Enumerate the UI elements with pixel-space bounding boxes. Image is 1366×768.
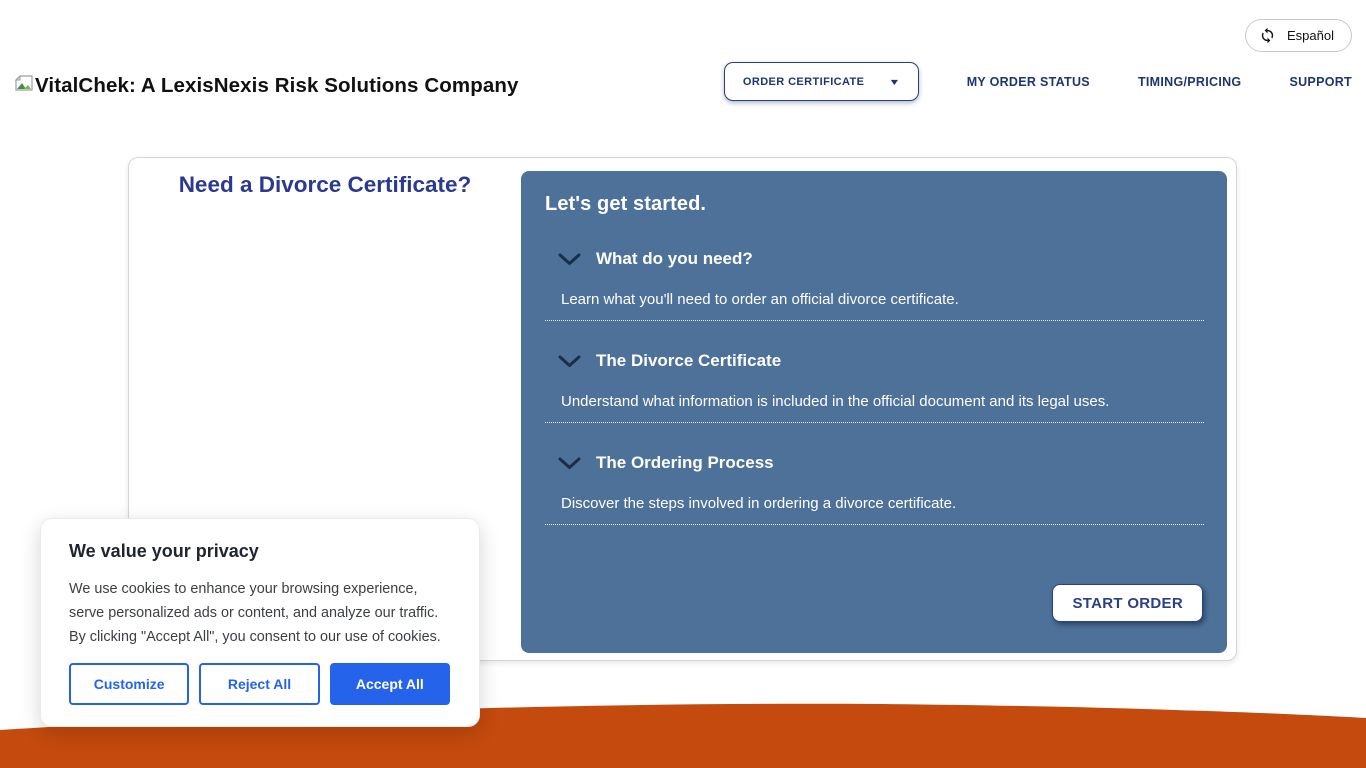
language-button[interactable]: Español <box>1245 19 1352 52</box>
reject-all-button[interactable]: Reject All <box>199 663 319 705</box>
nav-timing-pricing[interactable]: TIMING/PRICING <box>1138 75 1242 89</box>
cookie-consent-dialog: We value your privacy We use cookies to … <box>40 518 480 727</box>
language-label: Español <box>1287 28 1334 43</box>
refresh-language-icon <box>1259 27 1276 44</box>
section-title: What do you need? <box>596 249 753 269</box>
nav-my-order-status[interactable]: MY ORDER STATUS <box>967 75 1090 89</box>
cookie-title: We value your privacy <box>69 541 451 562</box>
nav-support[interactable]: SUPPORT <box>1289 75 1352 89</box>
accordion-section-ordering-process: The Ordering Process Discover the steps … <box>545 453 1204 525</box>
accordion-toggle[interactable]: The Divorce Certificate <box>558 351 1204 371</box>
panel-title: Let's get started. <box>545 193 1204 216</box>
section-title: The Ordering Process <box>596 453 774 473</box>
chevron-down-icon <box>558 253 581 266</box>
site-logo[interactable]: VitalChek: A LexisNexis Risk Solutions C… <box>14 74 518 98</box>
cookie-button-row: Customize Reject All Accept All <box>69 663 450 705</box>
dotted-divider <box>545 422 1204 423</box>
page-title: Need a Divorce Certificate? <box>129 172 521 198</box>
dotted-divider <box>545 320 1204 321</box>
broken-image-icon <box>14 74 34 92</box>
accordion-toggle[interactable]: The Ordering Process <box>558 453 1204 473</box>
order-certificate-dropdown[interactable]: ORDER CERTIFICATE ▼ <box>724 62 919 101</box>
accordion-toggle[interactable]: What do you need? <box>558 249 1204 269</box>
accordion-section-what-you-need: What do you need? Learn what you'll need… <box>545 249 1204 321</box>
chevron-down-icon: ▼ <box>889 77 902 87</box>
chevron-down-icon <box>558 355 581 368</box>
accordion-section-divorce-certificate: The Divorce Certificate Understand what … <box>545 351 1204 423</box>
section-description: Understand what information is included … <box>561 393 1204 410</box>
logo-alt-text: VitalChek: A LexisNexis Risk Solutions C… <box>35 74 518 98</box>
cookie-message: We use cookies to enhance your browsing … <box>69 577 451 649</box>
accept-all-button[interactable]: Accept All <box>330 663 450 705</box>
section-title: The Divorce Certificate <box>596 351 781 371</box>
customize-button[interactable]: Customize <box>69 663 189 705</box>
dotted-divider <box>545 524 1204 525</box>
main-nav: ORDER CERTIFICATE ▼ MY ORDER STATUS TIMI… <box>724 62 1352 101</box>
get-started-panel: Let's get started. What do you need? Lea… <box>521 171 1227 653</box>
section-description: Discover the steps involved in ordering … <box>561 495 1204 512</box>
section-description: Learn what you'll need to order an offic… <box>561 291 1204 308</box>
start-order-button[interactable]: START ORDER <box>1052 584 1203 622</box>
chevron-down-icon <box>558 457 581 470</box>
order-certificate-label: ORDER CERTIFICATE <box>743 76 864 88</box>
